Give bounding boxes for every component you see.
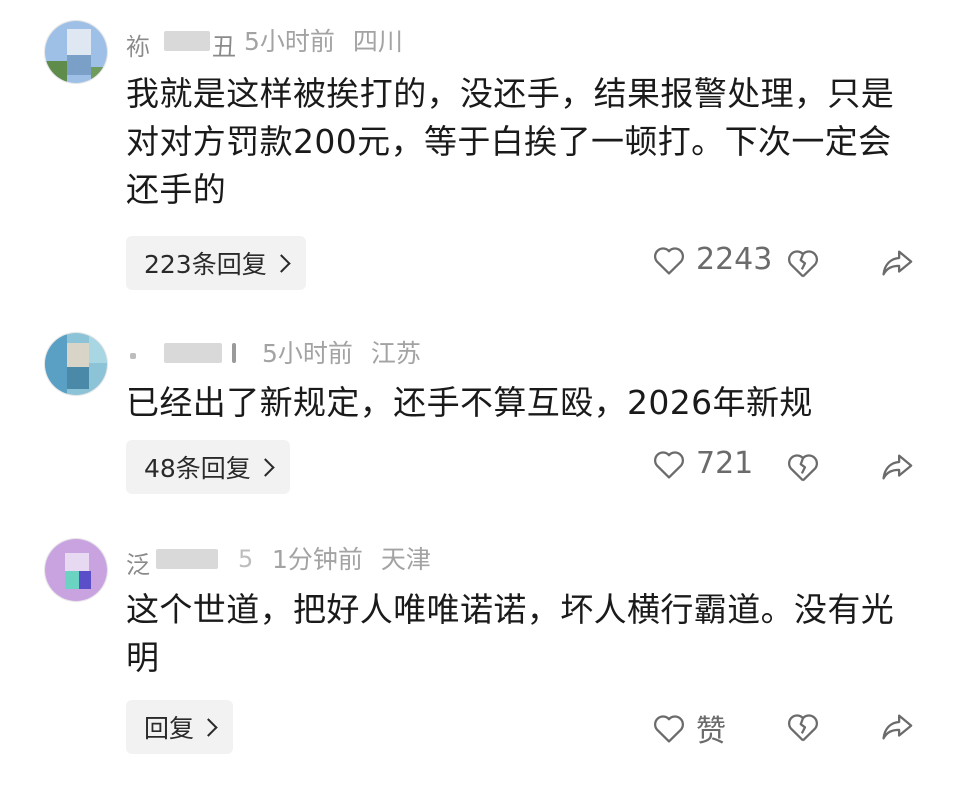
broken-heart-icon bbox=[788, 454, 818, 482]
username-blurred[interactable]: 泛 5 bbox=[126, 545, 254, 579]
like-count: 721 bbox=[696, 446, 754, 481]
heart-outline-icon bbox=[654, 450, 684, 479]
share-arrow-icon bbox=[882, 250, 913, 276]
comment-text: 我就是这样被挨打的，没还手，结果报警处理，只是对对方罚款200元，等于白挨了一顿… bbox=[126, 74, 895, 209]
comment-item: 5小时前 江苏 已经出了新规定，还手不算互殴，2026年新规 48条回复 721 bbox=[0, 300, 960, 520]
like-count: 2243 bbox=[696, 242, 773, 277]
share-arrow-icon bbox=[882, 714, 913, 740]
comment-location: 四川 bbox=[352, 27, 403, 56]
comment-meta: 袮 丑 5小时前 四川 bbox=[126, 23, 403, 61]
share-button[interactable] bbox=[880, 247, 914, 283]
broken-heart-icon bbox=[788, 714, 818, 742]
comment-meta: 5小时前 江苏 bbox=[126, 335, 421, 369]
comment-actions: 2243 bbox=[0, 236, 960, 290]
comment-item: 泛 5 1分钟前 天津 这个世道，把好人唯唯诺诺，坏人横行霸道。没有光明 回复 … bbox=[0, 520, 960, 790]
dislike-button[interactable] bbox=[786, 711, 820, 747]
comment-time: 1分钟前 bbox=[272, 545, 363, 574]
comment-item: 袮 丑 5小时前 四川 我就是这样被挨打的，没还手，结果报警处理，只是对对方罚款… bbox=[0, 0, 960, 300]
like-button[interactable]: 2243 bbox=[652, 242, 772, 277]
comment-location: 天津 bbox=[380, 545, 431, 574]
comment-location: 江苏 bbox=[370, 339, 421, 368]
comment-meta: 泛 5 1分钟前 天津 bbox=[126, 541, 431, 579]
username-blurred[interactable] bbox=[126, 339, 244, 365]
comment-time: 5小时前 bbox=[262, 339, 353, 368]
like-button[interactable]: 赞 bbox=[652, 706, 726, 750]
like-label: 赞 bbox=[696, 714, 726, 749]
share-arrow-icon bbox=[882, 454, 913, 480]
like-button[interactable]: 721 bbox=[652, 446, 753, 481]
avatar[interactable] bbox=[44, 538, 108, 602]
heart-outline-icon bbox=[654, 246, 684, 275]
share-button[interactable] bbox=[880, 711, 914, 747]
comment-text: 这个世道，把好人唯唯诺诺，坏人横行霸道。没有光明 bbox=[126, 590, 895, 677]
comment-actions: 721 bbox=[0, 440, 960, 494]
dislike-button[interactable] bbox=[786, 451, 820, 487]
share-button[interactable] bbox=[880, 451, 914, 487]
avatar[interactable] bbox=[44, 332, 108, 396]
comment-time: 5小时前 bbox=[244, 27, 335, 56]
broken-heart-icon bbox=[788, 250, 818, 278]
avatar[interactable] bbox=[44, 20, 108, 84]
dislike-button[interactable] bbox=[786, 247, 820, 283]
username-blurred[interactable]: 袮 丑 bbox=[126, 27, 236, 61]
heart-outline-icon bbox=[654, 715, 684, 743]
comment-actions: 赞 bbox=[0, 700, 960, 754]
comment-text: 已经出了新规定，还手不算互殴，2026年新规 bbox=[126, 383, 813, 422]
